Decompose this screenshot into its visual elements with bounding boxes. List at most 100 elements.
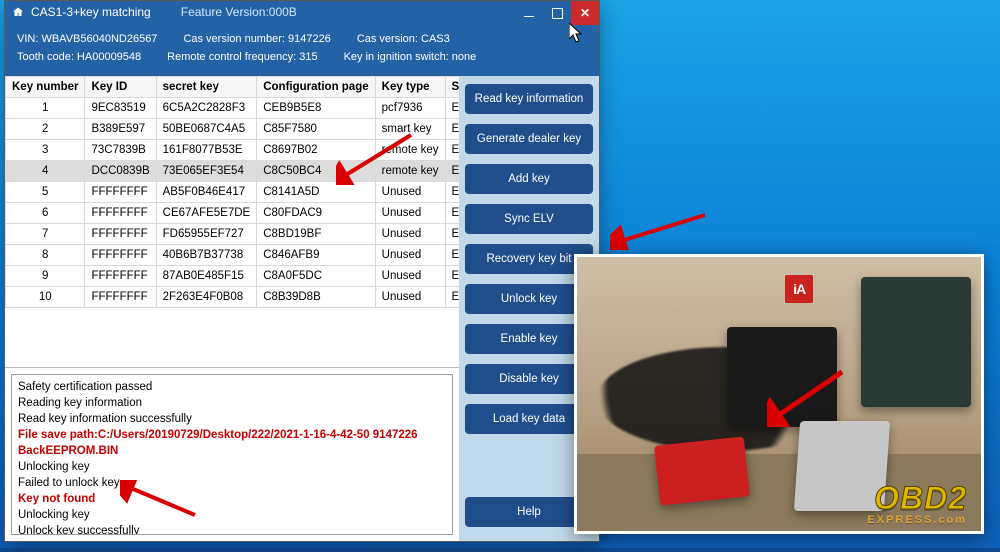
table-cell: C8697B02 — [257, 139, 375, 160]
col-key-id[interactable]: Key ID — [85, 76, 156, 97]
table-cell: 3 — [6, 139, 85, 160]
hardware-photo: iA OBD2 EXPRESS.com — [574, 254, 984, 534]
table-cell: 73E065EF3E54 — [156, 160, 257, 181]
table-cell: FFFFFFFF — [85, 244, 156, 265]
table-cell: C8C50BC4 — [257, 160, 375, 181]
table-row[interactable]: 8FFFFFFFF40B6B7B37738C846AFB9UnusedEnabl… — [6, 244, 460, 265]
log-line: Unlock key successfully — [18, 523, 446, 535]
table-cell: 8 — [6, 244, 85, 265]
minimize-button[interactable] — [515, 1, 543, 25]
table-cell: B389E597 — [85, 118, 156, 139]
table-cell: 1 — [6, 97, 85, 118]
table-cell: 6C5A2C2828F3 — [156, 97, 257, 118]
table-cell: Enable — [445, 97, 459, 118]
table-cell: C846AFB9 — [257, 244, 375, 265]
tooth-code: Tooth code: HA00009548 — [17, 48, 141, 66]
table-row[interactable]: 9FFFFFFFF87AB0E485F15C8A0F5DCUnusedEnabl… — [6, 265, 460, 286]
table-row[interactable]: 7FFFFFFFFFD65955EF727C8BD19BFUnusedEnabl… — [6, 223, 460, 244]
table-row[interactable]: 2B389E59750BE0687C4A5C85F7580smart keyEn… — [6, 118, 460, 139]
table-row[interactable]: 4DCC0839B73E065EF3E54C8C50BC4remote keyE… — [6, 160, 460, 181]
ecu-module — [727, 327, 837, 427]
ia-logo: iA — [785, 275, 813, 303]
table-cell: C80FDAC9 — [257, 202, 375, 223]
log-line-save-path: File save path:C:/Users/20190729/Desktop… — [18, 427, 446, 459]
table-cell: Unused — [375, 223, 445, 244]
table-cell: 4 — [6, 160, 85, 181]
cas-version-number: Cas version number: 9147226 — [183, 30, 330, 48]
ignition-switch: Key in ignition switch: none — [344, 48, 477, 66]
table-cell: FFFFFFFF — [85, 181, 156, 202]
table-cell: CEB9B5E8 — [257, 97, 375, 118]
table-cell: Enable — [445, 160, 459, 181]
titlebar: CAS1-3+key matching Feature Version:000B… — [5, 1, 599, 24]
table-cell: 7 — [6, 223, 85, 244]
log-panel[interactable]: Safety certification passed Reading key … — [11, 374, 453, 535]
table-cell: Enable — [445, 181, 459, 202]
generate-dealer-key-button[interactable]: Generate dealer key — [465, 124, 593, 154]
col-key-number[interactable]: Key number — [6, 76, 85, 97]
window-title: CAS1-3+key matching — [31, 5, 151, 19]
log-line-error: Key not found — [18, 491, 446, 507]
table-cell: Enable — [445, 118, 459, 139]
vin-label: VIN: WBAVB56040ND26567 — [17, 30, 157, 48]
table-cell: 10 — [6, 286, 85, 307]
table-cell: 161F8077B53E — [156, 139, 257, 160]
metal-bracket — [794, 421, 890, 511]
log-line: Unlocking key — [18, 459, 446, 475]
log-line: Failed to unlock key — [18, 475, 446, 491]
table-cell: FFFFFFFF — [85, 286, 156, 307]
table-row[interactable]: 10FFFFFFFF2F263E4F0B08C8B39D8BUnusedEnab… — [6, 286, 460, 307]
table-cell: FFFFFFFF — [85, 202, 156, 223]
table-cell: 50BE0687C4A5 — [156, 118, 257, 139]
table-cell: Unused — [375, 244, 445, 265]
app-window: CAS1-3+key matching Feature Version:000B… — [4, 0, 600, 542]
annotation-arrow — [610, 210, 710, 250]
read-key-info-button[interactable]: Read key information — [465, 84, 593, 114]
feature-version: Feature Version:000B — [181, 5, 297, 19]
maximize-button[interactable] — [543, 1, 571, 25]
table-row[interactable]: 373C7839B161F8077B53EC8697B02remote keyE… — [6, 139, 460, 160]
col-key-type[interactable]: Key type — [375, 76, 445, 97]
table-cell: 5 — [6, 181, 85, 202]
table-cell: 9EC83519 — [85, 97, 156, 118]
col-status[interactable]: Status — [445, 76, 459, 97]
table-cell: FFFFFFFF — [85, 223, 156, 244]
remote-frequency: Remote control frequency: 315 — [167, 48, 317, 66]
close-button[interactable]: ✕ — [571, 1, 599, 25]
table-cell: Unused — [375, 286, 445, 307]
table-cell: Enable — [445, 139, 459, 160]
table-cell: Enable — [445, 286, 459, 307]
table-cell: 2F263E4F0B08 — [156, 286, 257, 307]
table-row[interactable]: 5FFFFFFFFAB5F0B46E417C8141A5DUnusedEnabl… — [6, 181, 460, 202]
table-row[interactable]: 6FFFFFFFFCE67AFE5E7DEC80FDAC9UnusedEnabl… — [6, 202, 460, 223]
table-cell: Enable — [445, 244, 459, 265]
table-cell: C85F7580 — [257, 118, 375, 139]
table-cell: Unused — [375, 181, 445, 202]
log-line: Unlocking key — [18, 507, 446, 523]
col-secret-key[interactable]: secret key — [156, 76, 257, 97]
sync-elv-button[interactable]: Sync ELV — [465, 204, 593, 234]
table-cell: FFFFFFFF — [85, 265, 156, 286]
col-config-page[interactable]: Configuration page — [257, 76, 375, 97]
table-cell: 6 — [6, 202, 85, 223]
table-cell: Enable — [445, 265, 459, 286]
red-programmer — [654, 436, 750, 505]
key-table[interactable]: Key number Key ID secret key Configurati… — [5, 76, 459, 368]
table-cell: Unused — [375, 265, 445, 286]
fuse-box — [861, 277, 971, 407]
table-cell: FD65955EF727 — [156, 223, 257, 244]
table-cell: 9 — [6, 265, 85, 286]
table-cell: 40B6B7B37738 — [156, 244, 257, 265]
table-cell: Enable — [445, 223, 459, 244]
table-cell: C8BD19BF — [257, 223, 375, 244]
log-line: Safety certification passed — [18, 379, 446, 395]
taskbar[interactable] — [0, 548, 1000, 552]
table-cell: CE67AFE5E7DE — [156, 202, 257, 223]
info-bar: VIN: WBAVB56040ND26567 Cas version numbe… — [5, 24, 599, 76]
table-row[interactable]: 19EC835196C5A2C2828F3CEB9B5E8pcf7936Enab… — [6, 97, 460, 118]
table-cell: Enable — [445, 202, 459, 223]
home-icon — [11, 6, 25, 18]
add-key-button[interactable]: Add key — [465, 164, 593, 194]
table-cell: C8B39D8B — [257, 286, 375, 307]
table-cell: Unused — [375, 202, 445, 223]
